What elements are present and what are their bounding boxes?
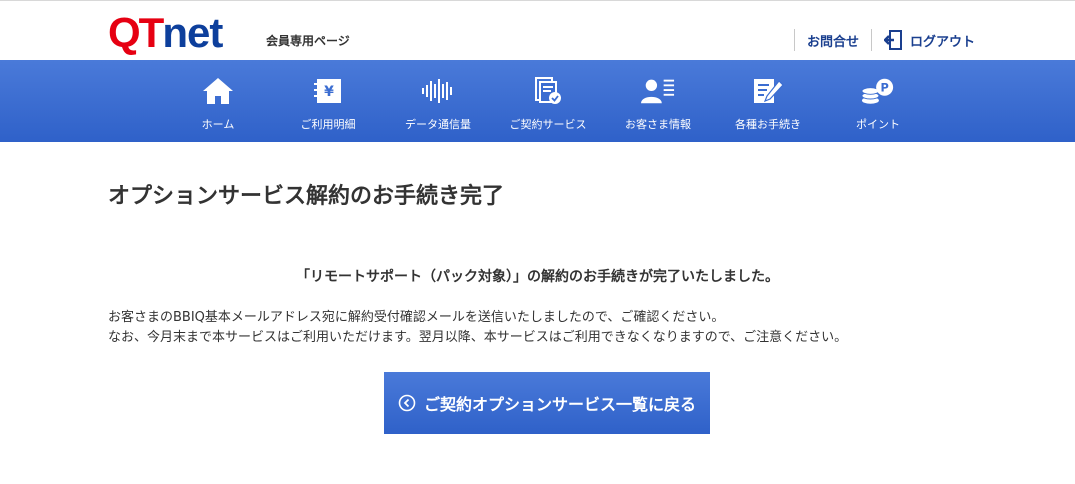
logout-icon	[883, 30, 902, 50]
main-nav: ホーム ¥ ご利用明細 データ通信量 ご契約サービス お客さま情報 各種お手続き…	[0, 60, 1075, 142]
svg-text:¥: ¥	[324, 84, 334, 100]
nav-item-billing[interactable]: ¥ ご利用明細	[273, 60, 383, 142]
member-page-label: 会員専用ページ	[266, 34, 350, 48]
nav-item-points[interactable]: P ポイント	[823, 60, 933, 142]
info-line-email: お客さまのBBIQ基本メールアドレス宛に解約受付確認メールを送信いたしましたので…	[108, 310, 725, 325]
nav-item-data-usage[interactable]: データ通信量	[383, 60, 493, 142]
qtnet-logo[interactable]: Q T net	[108, 9, 223, 56]
logout-link-label: ログアウト	[909, 34, 975, 50]
nav-item-label: ホーム	[201, 118, 235, 131]
logo-letter-q: Q	[108, 9, 141, 56]
inquiry-link-label: お問合せ	[806, 34, 859, 50]
info-line-notice: なお、今月末まで本サービスはご利用いただけます。翌月以降、本サービスはご利用でき…	[108, 330, 848, 345]
nav-item-label: ご契約サービス	[509, 118, 587, 131]
info-text: お客さまのBBIQ基本メールアドレス宛に解約受付確認メールを送信いたしましたので…	[108, 308, 1008, 348]
data-usage-icon	[421, 76, 455, 106]
svg-text:P: P	[880, 80, 888, 94]
billing-statement-icon: ¥	[311, 76, 345, 106]
page: Q T net 会員専用ページ お問合せ ログアウト ホーム ¥ ご利用明細 デ…	[0, 0, 1075, 484]
nav-item-label: ご利用明細	[300, 118, 356, 131]
logout-link[interactable]: ログアウト	[872, 30, 987, 50]
nav-item-procedures[interactable]: 各種お手続き	[713, 60, 823, 142]
logo-letter-t: T	[138, 9, 165, 56]
page-title: オプションサービス解約のお手続き完了	[108, 184, 505, 209]
nav-item-label: 各種お手続き	[735, 118, 801, 131]
procedures-icon	[751, 76, 785, 106]
header: Q T net 会員専用ページ お問合せ ログアウト	[0, 0, 1075, 60]
nav-item-label: ポイント	[856, 118, 900, 131]
points-icon: P	[861, 76, 895, 106]
back-to-option-services-button[interactable]: ご契約オプションサービス一覧に戻る	[384, 372, 710, 434]
nav-item-customer-info[interactable]: お客さま情報	[603, 60, 713, 142]
customer-info-icon	[641, 76, 675, 106]
back-button-label: ご契約オプションサービス一覧に戻る	[423, 395, 696, 414]
header-links: お問合せ ログアウト	[793, 29, 987, 51]
home-icon	[201, 76, 235, 106]
nav-item-home[interactable]: ホーム	[163, 60, 273, 142]
circle-chevron-left-icon	[398, 394, 416, 412]
completion-message: 「リモートサポート（パック対象）」の解約のお手続きが完了いたしました。	[296, 269, 779, 285]
inquiry-link[interactable]: お問合せ	[795, 31, 871, 50]
nav-item-label: データ通信量	[405, 118, 471, 131]
contract-service-icon	[531, 76, 565, 106]
nav-item-label: お客さま情報	[625, 118, 691, 131]
logo-text-net: net	[162, 9, 223, 56]
nav-item-contract-service[interactable]: ご契約サービス	[493, 60, 603, 142]
